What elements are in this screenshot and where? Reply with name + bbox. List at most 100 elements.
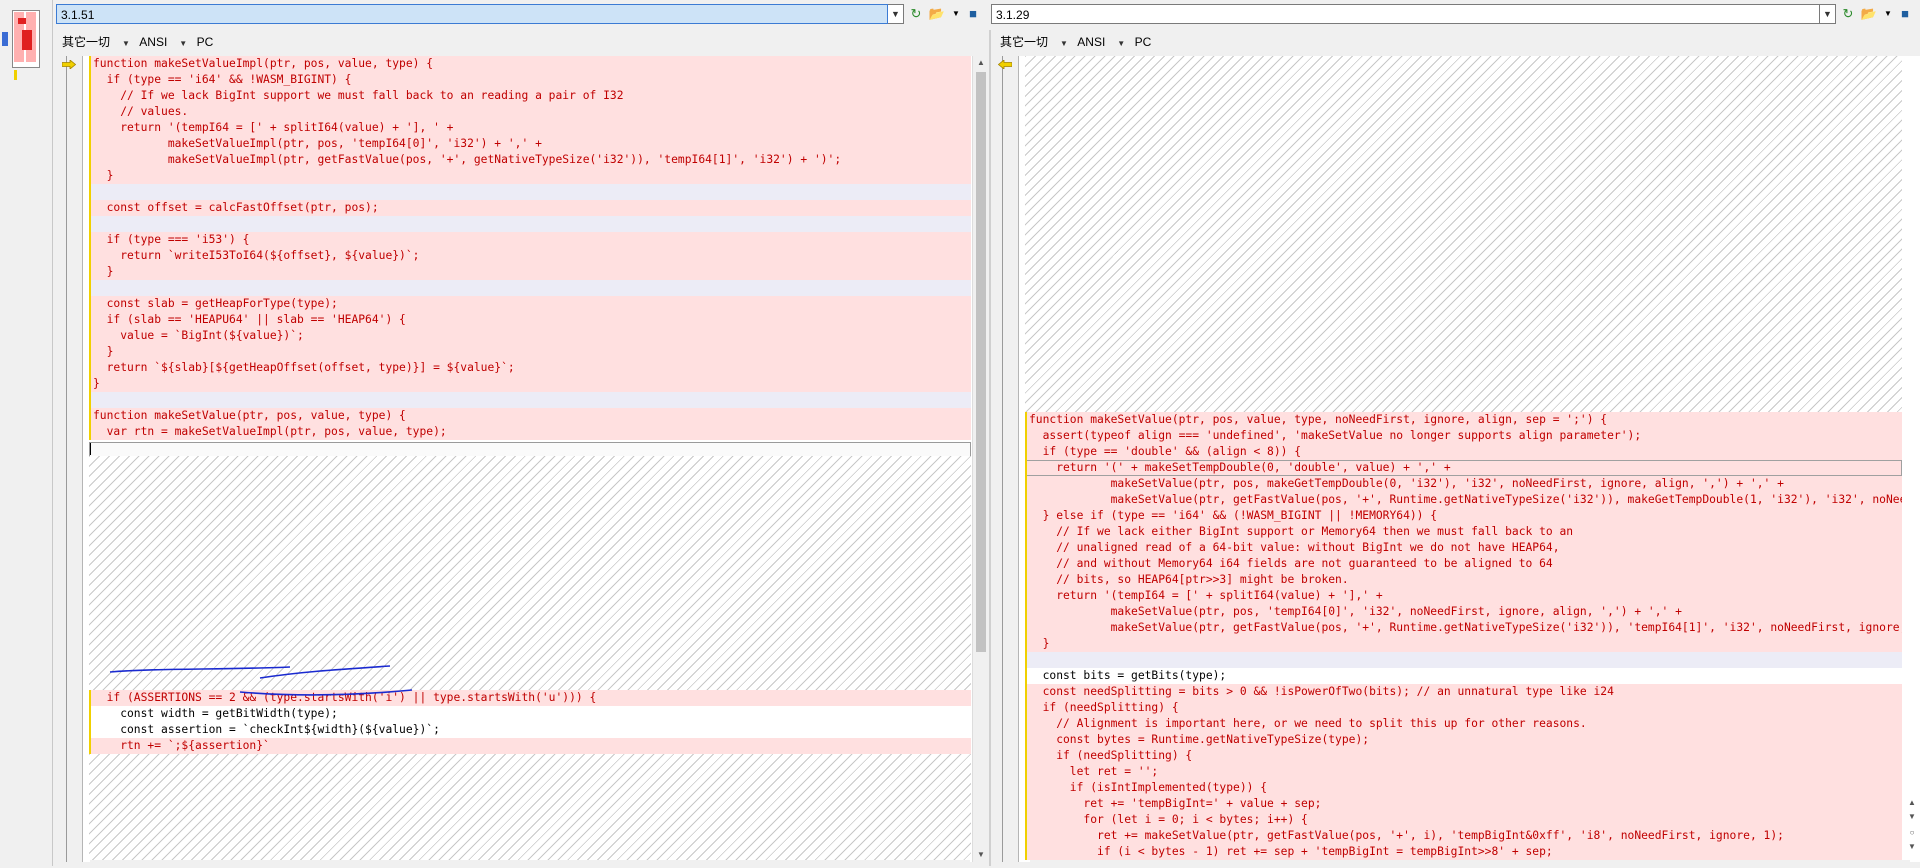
right-vertical-scrollbar[interactable]: ▲ ▼ ○ ▼ <box>1904 56 1920 862</box>
scroll-position-icon[interactable]: ○ <box>1904 826 1920 840</box>
code-line[interactable]: // unaligned read of a 64-bit value: wit… <box>1025 540 1902 556</box>
scroll-up-icon[interactable]: ▲ <box>1904 796 1920 810</box>
code-line[interactable]: } <box>1025 636 1902 652</box>
code-line[interactable]: for (let i = 0; i < bytes; i++) { <box>1025 812 1902 828</box>
code-line[interactable]: assert(typeof align === 'undefined', 'ma… <box>1025 428 1902 444</box>
code-line[interactable]: return '(tempI64 = [' + splitI64(value) … <box>1025 588 1902 604</box>
scroll-down-icon[interactable]: ▼ <box>973 848 988 862</box>
right-refresh-icon[interactable]: ↻ <box>1839 5 1857 23</box>
right-open-folder-icon[interactable]: 📂 <box>1860 5 1878 23</box>
code-line[interactable] <box>1025 652 1902 668</box>
code-line[interactable]: return `${slab}[${getHeapOffset(offset, … <box>89 360 971 376</box>
gutter-line <box>66 56 67 862</box>
code-line[interactable]: makeSetValueImpl(ptr, getFastValue(pos, … <box>89 152 971 168</box>
code-line[interactable]: return '(' + makeSetTempDouble(0, 'doubl… <box>1025 460 1902 476</box>
chevron-down-icon[interactable]: ▼ <box>122 39 130 48</box>
code-line[interactable]: if (type == 'double' && (align < 8)) { <box>1025 444 1902 460</box>
code-line[interactable]: var rtn = makeSetValueImpl(ptr, pos, val… <box>89 424 971 440</box>
right-gutter <box>992 56 1019 862</box>
diff-block-marker <box>89 56 91 440</box>
code-line[interactable]: makeSetValue(ptr, getFastValue(pos, '+',… <box>1025 620 1902 636</box>
left-path-dropdown[interactable]: ▼ <box>888 4 904 24</box>
diff-block-marker <box>1025 412 1027 860</box>
code-line[interactable]: // values. <box>89 104 971 120</box>
right-save-icon[interactable]: ■ <box>1896 5 1914 23</box>
left-file-pane: function makeSetValueImpl(ptr, pos, valu… <box>56 56 988 862</box>
gutter-line <box>1002 56 1003 862</box>
scroll-up-icon[interactable]: ▲ <box>973 56 988 70</box>
code-line[interactable]: } else if (type == 'i64' && (!WASM_BIGIN… <box>1025 508 1902 524</box>
code-line[interactable]: ret += 'tempBigInt=' + value + sep; <box>1025 796 1902 812</box>
right-path-dropdown[interactable]: ▼ <box>1820 4 1836 24</box>
code-line[interactable]: if (needSplitting) { <box>1025 748 1902 764</box>
code-line[interactable]: const bytes = Runtime.getNativeTypeSize(… <box>1025 732 1902 748</box>
code-line[interactable]: const assertion = `checkInt${width}(${va… <box>89 722 971 738</box>
right-charset-select[interactable]: ANSI <box>1077 35 1105 49</box>
code-line[interactable]: if (needSplitting) { <box>1025 700 1902 716</box>
right-open-dropdown-icon[interactable]: ▼ <box>1879 5 1897 23</box>
code-line[interactable]: if (type == 'i64' && !WASM_BIGINT) { <box>89 72 971 88</box>
scroll-down-icon[interactable]: ▼ <box>1904 810 1920 824</box>
code-line[interactable]: const offset = calcFastOffset(ptr, pos); <box>89 200 971 216</box>
code-line[interactable]: rtn += `;${assertion}` <box>89 738 971 754</box>
scroll-end-icon[interactable]: ▼ <box>1904 840 1920 854</box>
code-line[interactable]: function makeSetValue(ptr, pos, value, t… <box>89 408 971 424</box>
code-line[interactable]: if (type === 'i53') { <box>89 232 971 248</box>
code-line[interactable] <box>89 216 971 232</box>
left-save-icon[interactable]: ■ <box>964 5 982 23</box>
left-open-folder-icon[interactable]: 📂 <box>928 5 946 23</box>
pane-splitter[interactable] <box>989 30 991 866</box>
chevron-down-icon[interactable]: ▼ <box>179 39 187 48</box>
left-lineend-label[interactable]: PC <box>197 35 214 49</box>
left-format-select[interactable]: 其它一切 <box>62 35 110 49</box>
location-map[interactable] <box>0 0 53 866</box>
code-line[interactable]: } <box>89 344 971 360</box>
code-line[interactable]: } <box>89 376 971 392</box>
code-line[interactable]: function makeSetValue(ptr, pos, value, t… <box>1025 412 1902 428</box>
right-path-input[interactable]: 3.1.29 <box>991 4 1820 24</box>
code-line[interactable]: const needSplitting = bits > 0 && !isPow… <box>1025 684 1902 700</box>
right-file-pane: function makeSetValue(ptr, pos, value, t… <box>992 56 1920 862</box>
code-line[interactable]: return '(tempI64 = [' + splitI64(value) … <box>89 120 971 136</box>
left-refresh-icon[interactable]: ↻ <box>907 5 925 23</box>
right-encoding-bar: 其它一切 ▼ ANSI ▼ PC <box>1000 33 1157 51</box>
code-line[interactable]: // If we lack BigInt support we must fal… <box>89 88 971 104</box>
code-line[interactable] <box>89 184 971 200</box>
chevron-down-icon[interactable]: ▼ <box>1060 39 1068 48</box>
code-line[interactable]: value = `BigInt(${value})`; <box>89 328 971 344</box>
code-line[interactable]: let ret = ''; <box>1025 764 1902 780</box>
code-line[interactable]: makeSetValueImpl(ptr, pos, 'tempI64[0]',… <box>89 136 971 152</box>
left-charset-select[interactable]: ANSI <box>139 35 167 49</box>
code-line[interactable]: if (isIntImplemented(type)) { <box>1025 780 1902 796</box>
code-line[interactable]: const slab = getHeapForType(type); <box>89 296 971 312</box>
code-line[interactable]: makeSetValue(ptr, pos, makeGetTempDouble… <box>1025 476 1902 492</box>
code-line[interactable]: // and without Memory64 i64 fields are n… <box>1025 556 1902 572</box>
left-path-input[interactable]: 3.1.51 <box>56 4 888 24</box>
code-line[interactable] <box>89 280 971 296</box>
right-lineend-label[interactable]: PC <box>1135 35 1152 49</box>
code-line[interactable]: makeSetValue(ptr, getFastValue(pos, '+',… <box>1025 492 1902 508</box>
left-open-dropdown-icon[interactable]: ▼ <box>947 5 965 23</box>
location-map-current-view <box>2 32 8 46</box>
code-line[interactable]: if (i < bytes - 1) ret += sep + 'tempBig… <box>1025 844 1902 860</box>
code-line[interactable]: if (slab == 'HEAPU64' || slab == 'HEAP64… <box>89 312 971 328</box>
code-line[interactable]: return `writeI53ToI64(${offset}, ${value… <box>89 248 971 264</box>
left-horizontal-scrollbar[interactable] <box>90 860 970 868</box>
code-line[interactable]: } <box>89 264 971 280</box>
code-line[interactable]: } <box>89 168 971 184</box>
code-line[interactable]: const bits = getBits(type); <box>1025 668 1902 684</box>
right-code-view[interactable]: function makeSetValue(ptr, pos, value, t… <box>1025 56 1902 862</box>
left-scroll-thumb[interactable] <box>976 72 986 652</box>
code-line[interactable]: ret += makeSetValue(ptr, getFastValue(po… <box>1025 828 1902 844</box>
code-line[interactable]: // If we lack either BigInt support or M… <box>1025 524 1902 540</box>
code-line[interactable]: makeSetValue(ptr, pos, 'tempI64[0]', 'i3… <box>1025 604 1902 620</box>
right-horizontal-scrollbar[interactable] <box>1030 860 1910 868</box>
code-line[interactable] <box>89 392 971 408</box>
left-vertical-scrollbar[interactable]: ▲ ▼ <box>972 56 988 862</box>
left-code-view[interactable]: function makeSetValueImpl(ptr, pos, valu… <box>89 56 971 862</box>
code-line[interactable]: function makeSetValueImpl(ptr, pos, valu… <box>89 56 971 72</box>
code-line[interactable]: // Alignment is important here, or we ne… <box>1025 716 1902 732</box>
code-line[interactable]: // bits, so HEAP64[ptr>>3] might be brok… <box>1025 572 1902 588</box>
right-format-select[interactable]: 其它一切 <box>1000 35 1048 49</box>
chevron-down-icon[interactable]: ▼ <box>1117 39 1125 48</box>
